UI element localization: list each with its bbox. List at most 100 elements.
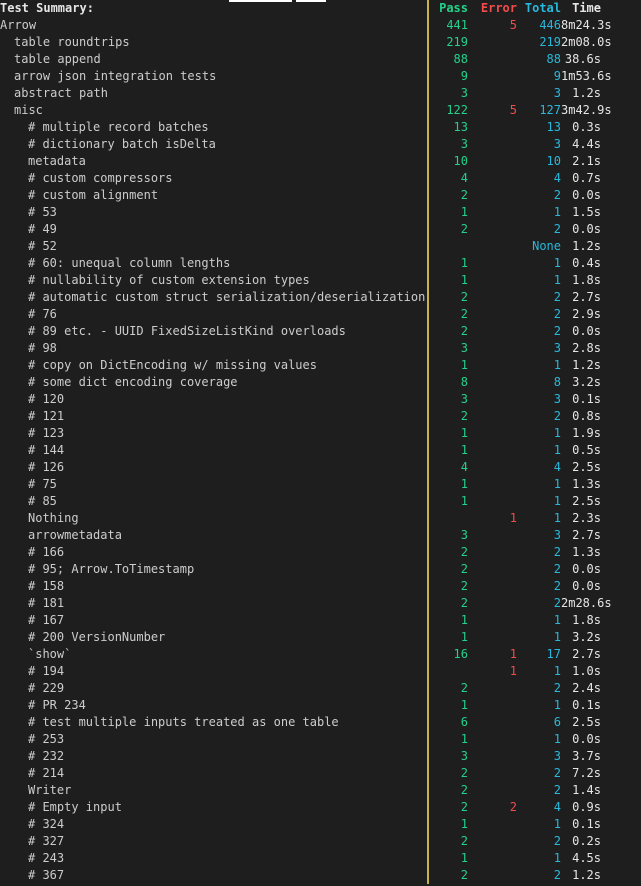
total-count: 1	[553, 477, 561, 491]
test-name: `show`	[28, 647, 72, 661]
error-count	[468, 391, 517, 408]
test-result-row: # 52 None 1.2s	[0, 238, 641, 255]
pass-count: 1	[460, 494, 468, 508]
test-name: # 194	[28, 664, 65, 678]
error-count	[468, 714, 517, 731]
elapsed-time: 0.0s	[572, 188, 601, 202]
pass-count: 9	[460, 69, 468, 83]
test-result-row: # 123 1 1 1.9s	[0, 425, 641, 442]
total-count: 10	[546, 154, 561, 168]
error-count: 1	[509, 664, 517, 678]
elapsed-time: 8m24.3s	[561, 18, 612, 32]
pass-count: 2	[460, 409, 468, 423]
error-count	[468, 425, 517, 442]
pass-count: 1	[460, 732, 468, 746]
test-name: # 144	[28, 443, 65, 457]
total-count: 219	[539, 35, 561, 49]
total-count: 2	[553, 545, 561, 559]
test-name: # 181	[28, 596, 65, 610]
test-name: table append	[14, 52, 101, 66]
test-name: # 52	[28, 239, 57, 253]
elapsed-time: 1.2s	[572, 358, 601, 372]
error-count	[468, 238, 517, 255]
test-name: # automatic custom struct serialization/…	[28, 290, 426, 304]
test-result-row: # 85 1 1 2.5s	[0, 493, 641, 510]
test-name: arrowmetadata	[28, 528, 122, 542]
test-name: # PR 234	[28, 698, 86, 712]
test-result-row: misc 122 5 127 3m42.9s	[0, 102, 641, 119]
total-count: 1	[553, 511, 561, 525]
elapsed-time: 0.8s	[572, 409, 601, 423]
total-column-header: Total	[524, 1, 561, 15]
elapsed-time: 1.8s	[572, 273, 601, 287]
error-count: 1	[509, 647, 517, 661]
error-count	[468, 289, 517, 306]
elapsed-time: 0.7s	[572, 171, 601, 185]
test-name: # 89 etc. - UUID FixedSizeListKind overl…	[28, 324, 346, 338]
test-name: # 243	[28, 851, 65, 865]
total-count: 2	[553, 596, 561, 610]
elapsed-time: 2.5s	[572, 715, 601, 729]
pass-count: 13	[453, 120, 468, 134]
elapsed-time: 0.5s	[572, 443, 601, 457]
total-count: 17	[546, 647, 561, 661]
test-result-row: arrowmetadata 3 3 2.7s	[0, 527, 641, 544]
total-count: 2	[553, 783, 561, 797]
elapsed-time: 4.4s	[572, 137, 601, 151]
test-result-row: # 181 2 2 2m28.6s	[0, 595, 641, 612]
total-count: 1	[553, 698, 561, 712]
error-count: 5	[509, 103, 517, 117]
elapsed-time: 1.3s	[572, 477, 601, 491]
total-count: 1	[553, 817, 561, 831]
test-result-row: # 167 1 1 1.8s	[0, 612, 641, 629]
total-count: 1	[553, 851, 561, 865]
elapsed-time: 2.7s	[572, 290, 601, 304]
pass-count: 2	[460, 562, 468, 576]
test-result-row: # some dict encoding coverage 8 8 3.2s	[0, 374, 641, 391]
error-count	[468, 340, 517, 357]
test-result-row: abstract path 3 3 1.2s	[0, 85, 641, 102]
error-count	[468, 629, 517, 646]
elapsed-time: 4.5s	[572, 851, 601, 865]
error-count	[468, 85, 517, 102]
elapsed-time: 1.0s	[572, 664, 601, 678]
test-name: # 98	[28, 341, 57, 355]
error-count	[468, 748, 517, 765]
test-result-row: # 158 2 2 0.0s	[0, 578, 641, 595]
total-count: 1	[553, 443, 561, 457]
test-name: # nullability of custom extension types	[28, 273, 310, 287]
test-name: # some dict encoding coverage	[28, 375, 238, 389]
test-name: # 49	[28, 222, 57, 236]
test-name: # 232	[28, 749, 65, 763]
error-count	[468, 850, 517, 867]
test-result-row: # 194 1 1 1.0s	[0, 663, 641, 680]
test-result-row: # 126 4 4 2.5s	[0, 459, 641, 476]
elapsed-time: 1.8s	[572, 613, 601, 627]
pass-column-header: Pass	[439, 1, 468, 15]
test-name: # Empty input	[28, 800, 122, 814]
pass-count: 3	[460, 392, 468, 406]
test-result-row: # 121 2 2 0.8s	[0, 408, 641, 425]
error-count: 2	[509, 800, 517, 814]
test-result-row: # multiple record batches 13 13 0.3s	[0, 119, 641, 136]
total-count: 4	[553, 800, 561, 814]
elapsed-time: 2m08.0s	[561, 35, 612, 49]
total-count: 127	[539, 103, 561, 117]
total-count: 446	[539, 18, 561, 32]
error-count	[468, 476, 517, 493]
error-count	[468, 68, 517, 85]
elapsed-time: 1.9s	[572, 426, 601, 440]
test-result-row: # 200 VersionNumber 1 1 3.2s	[0, 629, 641, 646]
test-name: # 200 VersionNumber	[28, 630, 166, 644]
elapsed-time: 2.5s	[572, 494, 601, 508]
test-name: # 229	[28, 681, 65, 695]
error-count	[468, 306, 517, 323]
total-count: 4	[553, 460, 561, 474]
error-count	[468, 544, 517, 561]
test-name: # custom alignment	[28, 188, 159, 202]
error-count	[468, 357, 517, 374]
test-result-row: # 49 2 2 0.0s	[0, 221, 641, 238]
error-count	[468, 527, 517, 544]
error-count	[468, 731, 517, 748]
test-name: # 324	[28, 817, 65, 831]
